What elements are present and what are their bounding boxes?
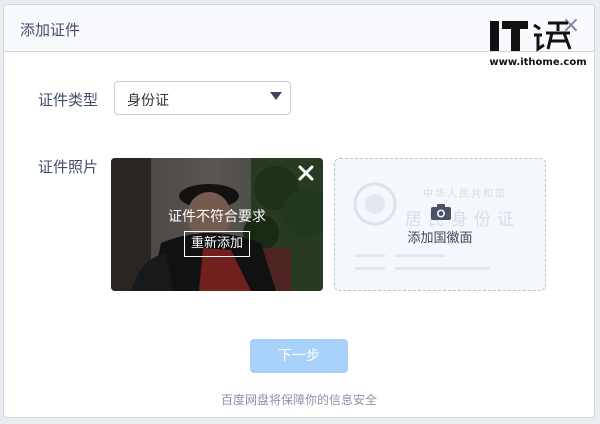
dialog-title: 添加证件 bbox=[20, 21, 81, 39]
camera-icon bbox=[431, 204, 451, 220]
emblem-side-upload[interactable]: 中华人民共和国 居民身份证 添加国徽面 bbox=[334, 158, 546, 291]
front-photo-card: 证件不符合要求 重新添加 bbox=[111, 158, 323, 291]
id-photo-label: 证件照片 bbox=[38, 158, 99, 176]
id-type-label: 证件类型 bbox=[38, 91, 99, 109]
next-step-button[interactable]: 下一步 bbox=[250, 339, 348, 373]
ithome-logo bbox=[490, 21, 572, 52]
chevron-down-icon bbox=[270, 92, 282, 100]
id-type-value: 身份证 bbox=[127, 93, 169, 109]
security-note: 百度网盘将保障你的信息安全 bbox=[220, 393, 377, 407]
ithome-watermark: www.ithome.com bbox=[488, 15, 598, 81]
ithome-url: www.ithome.com bbox=[489, 57, 587, 68]
remove-photo-icon[interactable] bbox=[297, 164, 315, 182]
id-type-select[interactable]: 身份证 bbox=[114, 81, 291, 115]
id-card-template-title: 中华人民共和国 bbox=[423, 189, 507, 200]
photo-rejected-message: 证件不符合要求 bbox=[168, 209, 266, 225]
readd-photo-button[interactable]: 重新添加 bbox=[184, 231, 250, 257]
upload-emblem-side-label: 添加国徽面 bbox=[407, 231, 473, 246]
